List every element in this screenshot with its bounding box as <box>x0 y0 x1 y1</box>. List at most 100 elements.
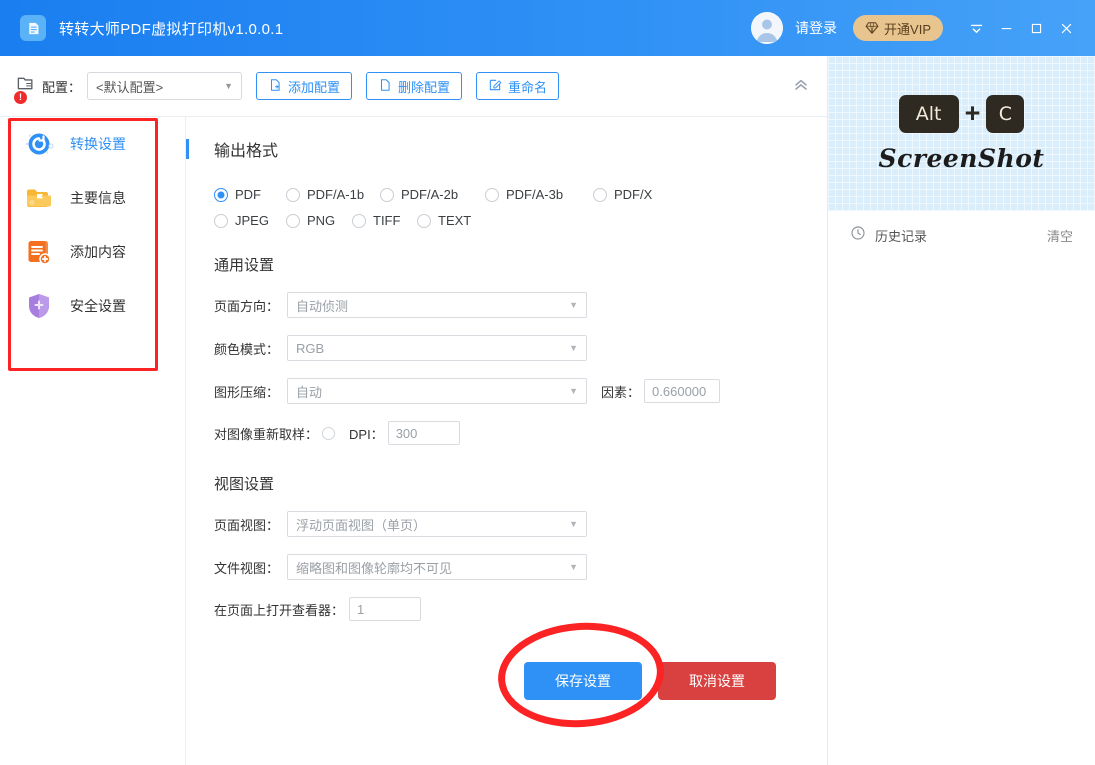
add-config-button[interactable]: 添加配置 <box>256 72 352 100</box>
sidebar: 转换设置 主要信息 <box>0 117 185 765</box>
factor-value: 0.660000 <box>652 384 706 399</box>
maximize-icon[interactable] <box>1021 13 1051 43</box>
radio-pdf-a-2b[interactable]: PDF/A-2b <box>380 187 485 202</box>
open-viewer-input[interactable]: 1 <box>349 597 421 621</box>
page-direction-label: 页面方向： <box>214 296 279 315</box>
convert-settings-icon <box>22 127 56 161</box>
chevron-down-icon: ▼ <box>569 343 578 353</box>
rename-label: 重命名 <box>508 77 547 96</box>
radio-label: JPEG <box>235 213 269 228</box>
radio-circle-icon <box>417 214 431 228</box>
color-mode-row: 颜色模式： RGB ▼ <box>214 335 827 361</box>
radio-text[interactable]: TEXT <box>417 213 471 228</box>
history-row: 历史记录 清空 <box>828 211 1095 259</box>
general-settings-title: 通用设置 <box>214 254 827 275</box>
radio-jpeg[interactable]: JPEG <box>214 213 286 228</box>
radio-pdf[interactable]: PDF <box>214 187 286 202</box>
radio-pdf-x[interactable]: PDF/X <box>593 187 652 202</box>
dpi-value: 300 <box>396 426 418 441</box>
open-vip-label: 开通VIP <box>884 19 931 38</box>
action-buttons: 保存设置 取消设置 <box>524 662 776 700</box>
graphic-compression-row: 图形压缩： 自动 ▼ 因素： 0.660000 <box>214 378 827 404</box>
radio-label: TEXT <box>438 213 471 228</box>
dpi-input[interactable]: 300 <box>388 421 460 445</box>
page-direction-select[interactable]: 自动侦测 ▼ <box>287 292 587 318</box>
radio-circle-icon <box>214 188 228 202</box>
config-toolbar: ! 配置： <默认配置> ▼ 添加配置 删除配置 <box>0 56 827 116</box>
sidebar-item-convert-settings[interactable]: 转换设置 <box>0 117 185 171</box>
radio-circle-icon <box>352 214 366 228</box>
screenshot-promo-banner[interactable]: Alt + C ScreenShot <box>828 56 1095 211</box>
view-settings-title: 视图设置 <box>214 473 827 494</box>
radio-png[interactable]: PNG <box>286 213 352 228</box>
diamond-icon <box>865 21 879 35</box>
rename-button[interactable]: 重命名 <box>476 72 559 100</box>
window-title: 转转大师PDF虚拟打印机v1.0.0.1 <box>59 18 283 39</box>
config-select[interactable]: <默认配置> ▼ <box>87 72 242 100</box>
sidebar-item-label: 安全设置 <box>70 296 126 316</box>
color-mode-select[interactable]: RGB ▼ <box>287 335 587 361</box>
sidebar-item-add-content[interactable]: 添加内容 <box>0 225 185 279</box>
config-icon-group: ! <box>16 74 35 98</box>
user-avatar-icon[interactable] <box>751 12 783 44</box>
output-format-radio-group: PDF PDF/A-1b PDF/A-2b PDF/A-3b PDF/X <box>214 187 827 228</box>
sidebar-item-security-settings[interactable]: 安全设置 <box>0 279 185 333</box>
edit-icon <box>488 78 502 95</box>
chevron-down-icon: ▼ <box>569 300 578 310</box>
c-key: C <box>986 95 1024 133</box>
chevron-down-icon: ▼ <box>569 562 578 572</box>
history-label: 历史记录 <box>875 226 927 245</box>
radio-circle-icon <box>286 214 300 228</box>
config-select-value: <默认配置> <box>96 77 163 96</box>
sidebar-item-main-info[interactable]: 主要信息 <box>0 171 185 225</box>
settings-panel: 输出格式 PDF PDF/A-1b PDF/A-2b PDF/A-3b <box>186 117 827 765</box>
open-viewer-row: 在页面上打开查看器： 1 <box>214 597 827 621</box>
open-vip-button[interactable]: 开通VIP <box>853 15 943 41</box>
collapse-panel-button[interactable] <box>787 74 815 98</box>
clear-history-button[interactable]: 清空 <box>1047 226 1073 245</box>
folder-info-icon <box>22 181 56 215</box>
clock-icon <box>850 225 866 246</box>
output-format-row-2: JPEG PNG TIFF TEXT <box>214 213 827 228</box>
radio-circle-icon <box>380 188 394 202</box>
menu-icon[interactable] <box>961 13 991 43</box>
shield-security-icon <box>22 289 56 323</box>
minimize-icon[interactable] <box>991 13 1021 43</box>
page-direction-row: 页面方向： 自动侦测 ▼ <box>214 292 827 318</box>
file-add-icon <box>268 78 282 95</box>
resample-checkbox[interactable] <box>322 427 335 440</box>
config-label: 配置： <box>42 77 81 96</box>
delete-config-button[interactable]: 删除配置 <box>366 72 462 100</box>
radio-tiff[interactable]: TIFF <box>352 213 417 228</box>
file-icon <box>378 78 392 95</box>
titlebar-right-group: 请登录 开通VIP <box>751 12 1095 44</box>
output-format-header: 输出格式 <box>186 137 827 161</box>
factor-input[interactable]: 0.660000 <box>644 379 720 403</box>
close-icon[interactable] <box>1051 13 1081 43</box>
open-viewer-value: 1 <box>357 602 364 617</box>
radio-pdf-a-1b[interactable]: PDF/A-1b <box>286 187 380 202</box>
sidebar-item-label: 主要信息 <box>70 188 126 208</box>
screenshot-caption: ScreenShot <box>879 144 1045 173</box>
file-view-select[interactable]: 缩略图和图像轮廓均不可见 ▼ <box>287 554 587 580</box>
plus-sign: + <box>965 100 981 127</box>
radio-circle-icon <box>214 214 228 228</box>
graphic-compression-value: 自动 <box>296 382 322 401</box>
shortcut-keys: Alt + C <box>899 95 1025 133</box>
alt-key: Alt <box>899 95 959 133</box>
double-chevron-up-icon <box>791 74 811 99</box>
page-view-select[interactable]: 浮动页面视图（单页） ▼ <box>287 511 587 537</box>
graphic-compression-label: 图形压缩： <box>214 382 279 401</box>
add-config-label: 添加配置 <box>288 77 340 96</box>
radio-pdf-a-3b[interactable]: PDF/A-3b <box>485 187 593 202</box>
delete-config-label: 删除配置 <box>398 77 450 96</box>
config-alert-badge: ! <box>14 91 27 104</box>
radio-label: PDF/A-2b <box>401 187 458 202</box>
color-mode-value: RGB <box>296 341 324 356</box>
graphic-compression-select[interactable]: 自动 ▼ <box>287 378 587 404</box>
cancel-settings-button[interactable]: 取消设置 <box>658 662 776 700</box>
radio-label: PDF/A-3b <box>506 187 563 202</box>
save-settings-button[interactable]: 保存设置 <box>524 662 642 700</box>
radio-label: PDF/X <box>614 187 652 202</box>
login-link[interactable]: 请登录 <box>795 18 837 38</box>
